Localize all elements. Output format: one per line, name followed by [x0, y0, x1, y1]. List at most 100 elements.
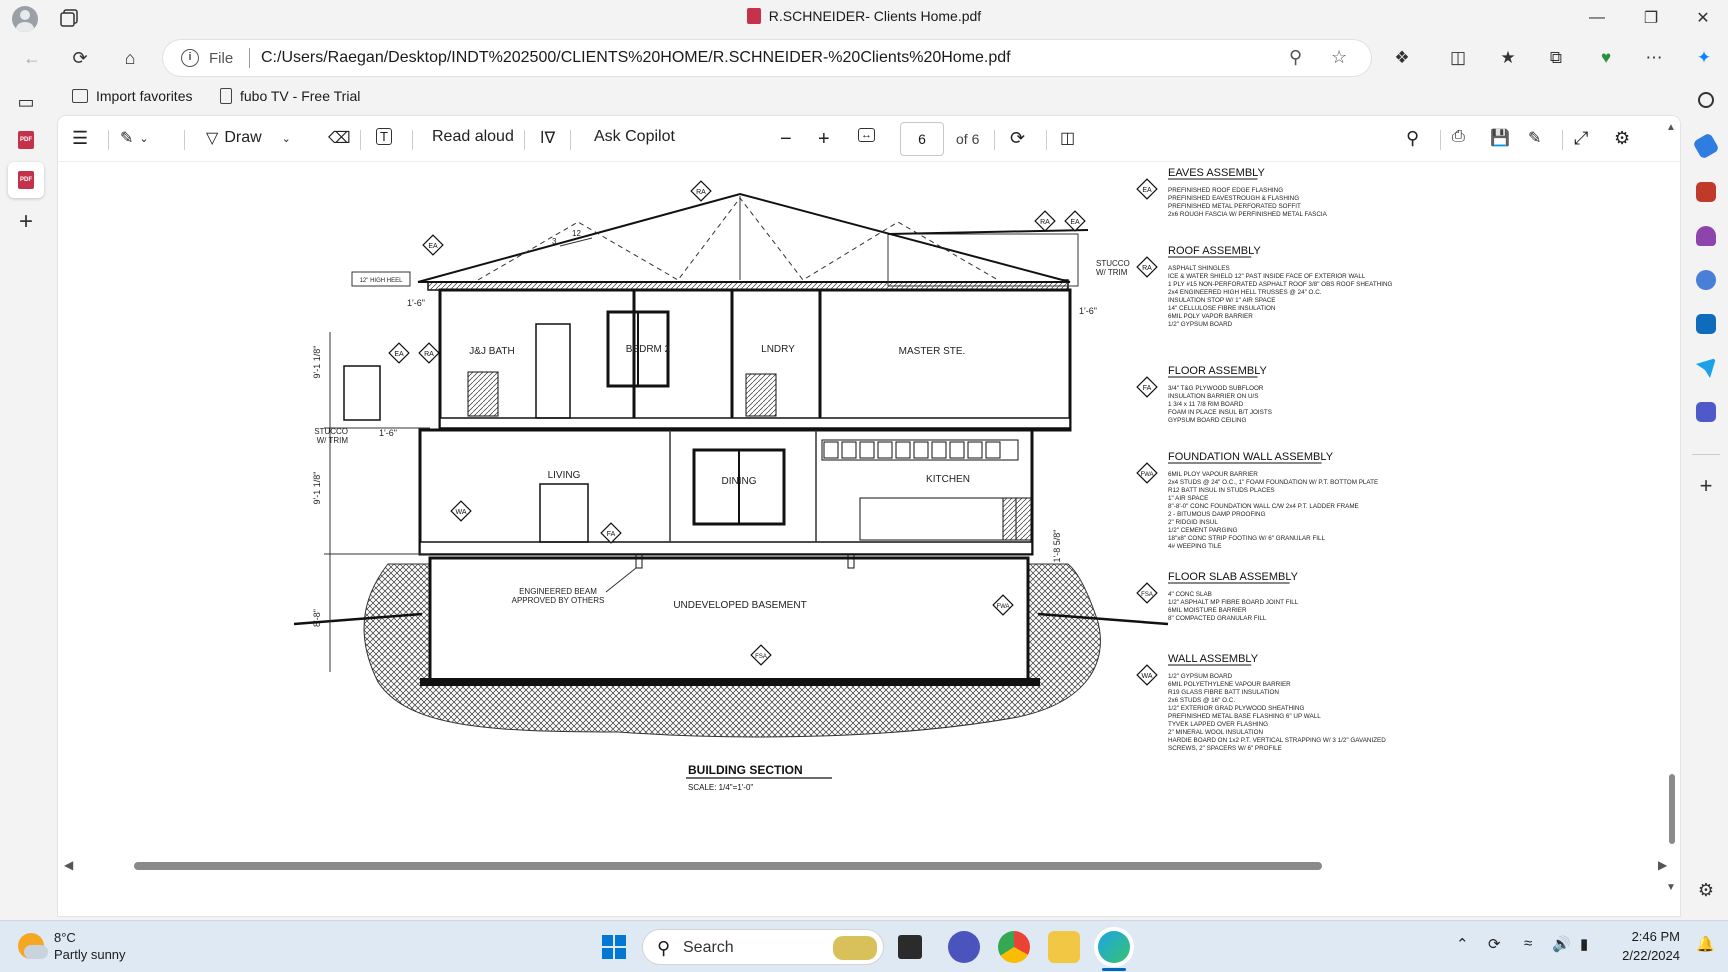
- weather-widget[interactable]: 8°C Partly sunny: [18, 929, 126, 963]
- favorite-star-icon[interactable]: ☆: [1331, 47, 1347, 68]
- add-sidebar-app-icon[interactable]: +: [1696, 475, 1716, 497]
- rotate-button[interactable]: ⟳: [1010, 128, 1025, 149]
- back-button[interactable]: ←: [18, 44, 46, 72]
- read-aloud-button[interactable]: Read aloud: [432, 128, 514, 146]
- fullscreen-button[interactable]: ⤢: [1574, 128, 1588, 149]
- favorites-bar: Import favorites fubo TV - Free Trial: [52, 80, 1728, 114]
- save-button[interactable]: 💾: [1490, 128, 1510, 148]
- new-tab-button[interactable]: +: [12, 208, 40, 236]
- favorite-fubo[interactable]: fubo TV - Free Trial: [220, 88, 360, 104]
- teams-icon[interactable]: [1696, 402, 1716, 422]
- toolbar-divider: [108, 130, 109, 150]
- assembly-tag-label: RA: [1142, 265, 1152, 272]
- svg-text:FWA: FWA: [996, 604, 1009, 610]
- microsoft-365-icon[interactable]: [1696, 270, 1716, 290]
- find-button[interactable]: ⚲: [1406, 128, 1419, 149]
- shopping-tag-icon[interactable]: [1692, 132, 1720, 160]
- horizontal-scrollbar[interactable]: ◀ ▶: [58, 852, 1680, 880]
- toolbar-divider: [184, 130, 185, 150]
- translate-button[interactable]: ا∇: [540, 128, 555, 148]
- send-icon[interactable]: [1696, 358, 1716, 378]
- pdf-tab-icon: PDF: [18, 171, 34, 189]
- horizontal-scroll-thumb[interactable]: [134, 862, 1322, 870]
- highlighter-icon: ✎: [120, 130, 134, 147]
- volume-icon[interactable]: 🔊: [1552, 935, 1571, 953]
- notifications-icon[interactable]: 🔔: [1696, 935, 1715, 953]
- tools-briefcase-icon[interactable]: [1696, 182, 1716, 202]
- draw-button[interactable]: ▽ Draw ⌄: [206, 128, 291, 148]
- read-aloud-label: Read aloud: [432, 128, 514, 145]
- assembly-line: 2x4 STUDS @ 24" O.C., 1" FOAM FOUNDATION…: [1168, 479, 1378, 486]
- show-hidden-icons[interactable]: ⌃: [1456, 935, 1469, 953]
- home-icon: ⌂: [124, 47, 136, 68]
- scroll-left-icon[interactable]: ◀: [64, 858, 73, 872]
- url-text[interactable]: C:/Users/Raegan/Desktop/INDT%202500/CLIE…: [261, 49, 1011, 67]
- assembly-line: 4# WEEPING TILE: [1168, 543, 1221, 550]
- battery-icon[interactable]: ▮: [1580, 935, 1588, 953]
- start-button[interactable]: [598, 931, 630, 963]
- chrome-icon[interactable]: [998, 931, 1030, 963]
- chevron-down-icon: ⌄: [281, 132, 291, 145]
- outlook-icon[interactable]: [1696, 314, 1716, 334]
- assembly-title: FLOOR SLAB ASSEMBLY: [1168, 571, 1299, 583]
- assembly-line: ASPHALT SHINGLES: [1168, 265, 1230, 272]
- dim-overhang-mid: 1'-6": [379, 428, 397, 438]
- split-screen-icon[interactable]: ◫: [1444, 44, 1472, 72]
- task-view-icon[interactable]: [898, 935, 922, 959]
- collections-icon[interactable]: ⧉: [1542, 44, 1570, 72]
- assembly-line: 1/2" CEMENT PARGING: [1168, 527, 1238, 534]
- assembly-tag-label: FWA: [1140, 472, 1153, 478]
- taskbar-search[interactable]: ⚲ Search: [642, 929, 884, 965]
- wifi-icon[interactable]: ≈: [1524, 935, 1532, 952]
- favorite-import[interactable]: Import favorites: [72, 88, 192, 104]
- print-button[interactable]: ⎙: [1452, 128, 1465, 146]
- contents-button[interactable]: ☰: [72, 128, 88, 149]
- vertical-tab-1[interactable]: PDF: [12, 126, 40, 154]
- search-icon[interactable]: [1698, 92, 1714, 108]
- pdf-settings-button[interactable]: ⚙: [1614, 128, 1630, 149]
- weather-description: Partly sunny: [54, 947, 126, 962]
- vertical-scroll-thumb[interactable]: [1669, 774, 1675, 844]
- zoom-out-button[interactable]: −: [780, 128, 792, 151]
- page-view-button[interactable]: ◫: [1060, 128, 1075, 148]
- browser-essentials-icon[interactable]: ♥: [1592, 44, 1620, 72]
- assembly-line: 1/2" GYPSUM BOARD: [1168, 321, 1233, 328]
- system-clock[interactable]: 2:46 PM 2/22/2024: [1596, 927, 1680, 965]
- extensions-icon[interactable]: ❖: [1388, 44, 1416, 72]
- address-bar[interactable]: i File C:/Users/Raegan/Desktop/INDT%2025…: [163, 40, 1371, 76]
- sidebar-settings-icon[interactable]: ⚙: [1696, 880, 1716, 900]
- minimize-button[interactable]: —: [1574, 0, 1620, 36]
- zoom-out-icon[interactable]: ⚲: [1289, 47, 1302, 68]
- erase-button[interactable]: ⌫: [328, 128, 351, 148]
- vertical-tab-active[interactable]: PDF: [8, 162, 44, 198]
- fit-width-button[interactable]: ↔: [858, 128, 875, 142]
- favorites-icon[interactable]: ★: [1494, 44, 1522, 72]
- dim-base-height: 8'-8": [312, 609, 322, 627]
- sync-icon[interactable]: ⟳: [1488, 935, 1501, 953]
- beam-note-line1: ENGINEERED BEAM: [519, 587, 597, 596]
- more-options-icon[interactable]: ⋯: [1640, 44, 1668, 72]
- scroll-up-icon[interactable]: ▲: [1666, 122, 1676, 133]
- heel-note: 12" HIGH HEEL: [360, 278, 403, 284]
- windows-logo-icon: [602, 935, 626, 959]
- edge-icon[interactable]: [1098, 931, 1130, 963]
- zoom-in-button[interactable]: +: [818, 128, 830, 151]
- assembly-tag-label: FSA: [1141, 592, 1153, 598]
- teams-chat-icon[interactable]: [948, 931, 980, 963]
- save-as-button[interactable]: ✎: [1528, 128, 1541, 148]
- home-button[interactable]: ⌂: [116, 44, 144, 72]
- scroll-down-icon[interactable]: ▼: [1666, 882, 1676, 893]
- file-explorer-icon[interactable]: [1048, 931, 1080, 963]
- copilot-icon[interactable]: ✦: [1690, 44, 1718, 72]
- tab-actions-button[interactable]: ▭: [12, 88, 40, 116]
- add-text-button[interactable]: T: [376, 128, 392, 145]
- restore-button[interactable]: ❐: [1628, 0, 1674, 36]
- page-number-input[interactable]: 6: [900, 122, 944, 156]
- close-button[interactable]: ✕: [1680, 0, 1726, 36]
- highlight-button[interactable]: ✎ ⌄: [120, 128, 149, 148]
- info-icon[interactable]: i: [181, 49, 199, 67]
- games-icon[interactable]: [1696, 226, 1716, 246]
- ask-copilot-button[interactable]: Ask Copilot: [594, 128, 675, 146]
- refresh-button[interactable]: ⟳: [66, 44, 94, 72]
- vertical-scrollbar[interactable]: ▲ ▼: [1664, 122, 1680, 893]
